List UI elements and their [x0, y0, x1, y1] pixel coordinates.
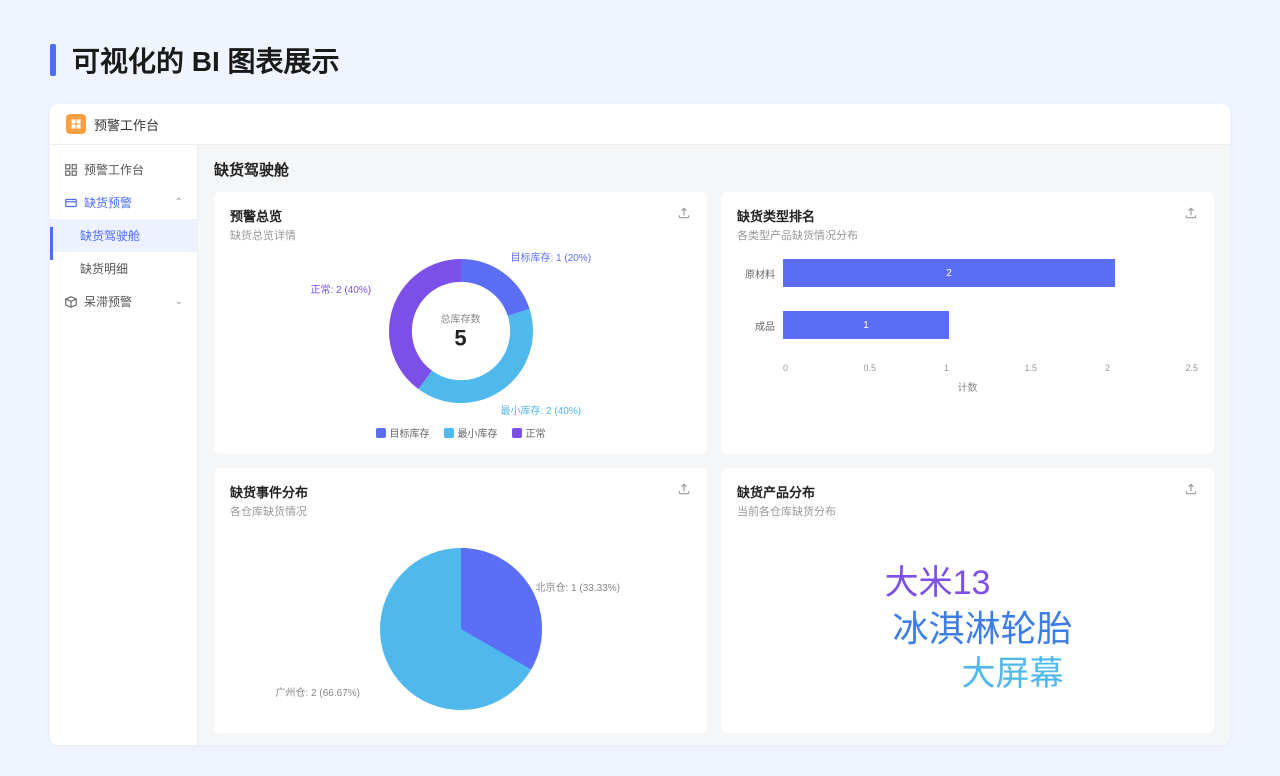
sidebar-sub-cockpit[interactable]: 缺货驾驶舱	[50, 219, 197, 252]
sidebar-item-label: 预警工作台	[84, 161, 144, 178]
app-window: 预警工作台 预警工作台 缺货预警 ⌃ 缺货驾驶舱 缺货明细	[50, 104, 1230, 745]
export-icon[interactable]	[1184, 206, 1198, 220]
bar-axis: 0 0.5 1 1.5 2 2.5	[783, 363, 1198, 373]
sidebar-item-stale-alert[interactable]: 呆滞预警 ⌄	[50, 285, 197, 318]
donut-slice-label: 目标库存: 1 (20%)	[511, 249, 592, 264]
card-title: 缺货事件分布	[230, 482, 691, 501]
app-header: 预警工作台	[50, 104, 1230, 145]
donut-slice-label: 最小库存: 2 (40%)	[501, 402, 582, 417]
sidebar: 预警工作台 缺货预警 ⌃ 缺货驾驶舱 缺货明细 呆滞预警 ⌄	[50, 145, 198, 745]
dashboard-icon	[64, 163, 78, 177]
export-icon[interactable]	[1184, 482, 1198, 496]
card-subtitle: 各仓库缺货情况	[230, 503, 691, 519]
card-subtitle: 当前各仓库缺货分布	[737, 503, 1198, 519]
wordcloud: 大米13 冰淇淋轮胎 大屏幕	[737, 539, 1198, 719]
card-products: 缺货产品分布 当前各仓库缺货分布 大米13 冰淇淋轮胎 大屏幕	[721, 468, 1214, 733]
legend-item[interactable]: 正常	[512, 425, 546, 440]
box-icon	[64, 295, 78, 309]
wordcloud-word: 大屏幕	[962, 652, 1064, 696]
card-subtitle: 缺货总览详情	[230, 227, 691, 243]
donut-slice-label: 正常: 2 (40%)	[311, 281, 372, 296]
headline-text: 可视化的 BI 图表展示	[72, 40, 340, 80]
sidebar-item-label: 缺货驾驶舱	[80, 229, 140, 243]
card-events: 缺货事件分布 各仓库缺货情况 北京仓: 1 (33.33%) 广州仓: 2 (6…	[214, 468, 707, 733]
sidebar-item-label: 缺货明细	[80, 262, 128, 276]
legend: 目标库存 最小库存 正常	[376, 425, 546, 440]
wordcloud-word: 冰淇淋轮胎	[892, 606, 1072, 653]
sidebar-item-label: 呆滞预警	[84, 293, 132, 310]
headline-accent-bar	[50, 44, 56, 76]
wordcloud-word: 大米13	[885, 561, 991, 605]
card-overview: 预警总览 缺货总览详情 总库存数	[214, 192, 707, 454]
legend-item[interactable]: 目标库存	[376, 425, 430, 440]
export-icon[interactable]	[677, 482, 691, 496]
card-title: 缺货类型排名	[737, 206, 1198, 225]
chevron-up-icon: ⌃	[175, 197, 183, 208]
pie-chart: 北京仓: 1 (33.33%) 广州仓: 2 (66.67%)	[371, 539, 551, 719]
export-icon[interactable]	[677, 206, 691, 220]
donut-chart: 总库存数 5 目标库存: 1 (20%) 最小库存: 2 (40%) 正常: 2…	[381, 251, 541, 411]
sidebar-item-label: 缺货预警	[84, 194, 132, 211]
page-title: 缺货驾驶舱	[214, 159, 1214, 180]
bar-fill: 1	[783, 311, 949, 339]
donut-center-value: 5	[441, 326, 481, 352]
app-title: 预警工作台	[94, 115, 159, 134]
chevron-down-icon: ⌄	[175, 296, 183, 307]
card-ranking: 缺货类型排名 各类型产品缺货情况分布 原材料 2 成品 1	[721, 192, 1214, 454]
legend-item[interactable]: 最小库存	[444, 425, 498, 440]
stock-icon	[64, 196, 78, 210]
card-title: 缺货产品分布	[737, 482, 1198, 501]
sidebar-item-dashboard[interactable]: 预警工作台	[50, 153, 197, 186]
bar-category: 成品	[737, 318, 783, 333]
card-title: 预警总览	[230, 206, 691, 225]
page-headline: 可视化的 BI 图表展示	[50, 40, 1230, 80]
axis-label: 计数	[737, 379, 1198, 394]
pie-slice-label: 北京仓: 1 (33.33%)	[536, 579, 620, 594]
card-subtitle: 各类型产品缺货情况分布	[737, 227, 1198, 243]
sidebar-sub-detail[interactable]: 缺货明细	[50, 252, 197, 285]
sidebar-item-stock-alert[interactable]: 缺货预警 ⌃	[50, 186, 197, 219]
pie-slice-label: 广州仓: 2 (66.67%)	[276, 684, 360, 699]
app-logo-icon	[66, 114, 86, 134]
bar-fill: 2	[783, 259, 1115, 287]
bar-category: 原材料	[737, 266, 783, 281]
donut-center-label: 总库存数	[441, 311, 481, 326]
bar-chart: 原材料 2 成品 1 0 0.5 1 1.5	[737, 259, 1198, 394]
main-content: 缺货驾驶舱 预警总览 缺货总览详情	[198, 145, 1230, 745]
